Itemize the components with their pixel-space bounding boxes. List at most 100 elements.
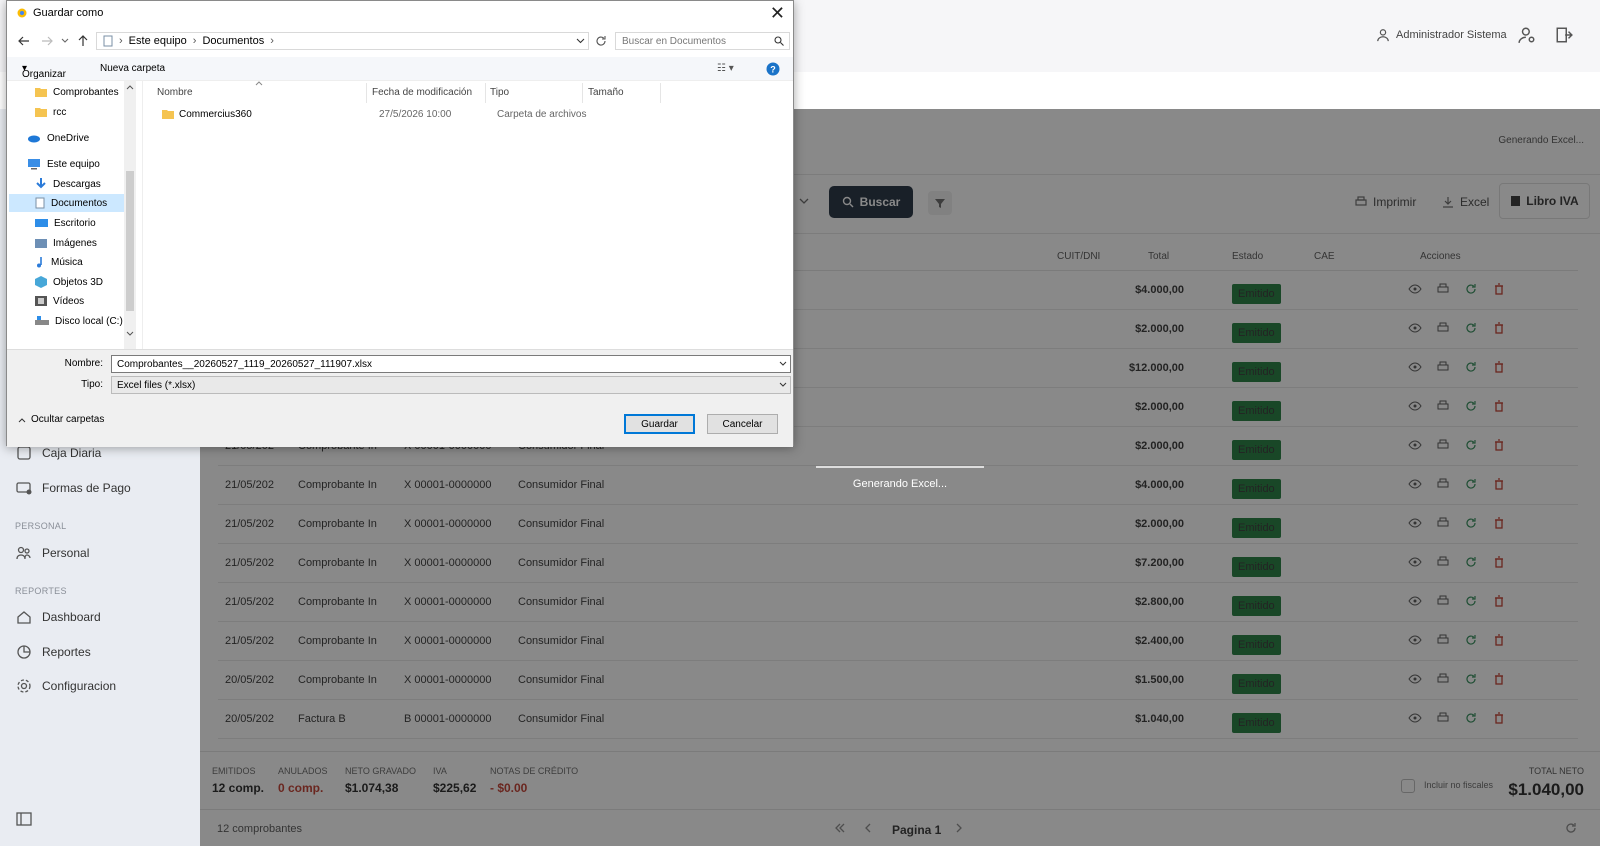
- save-button[interactable]: Guardar: [624, 414, 695, 434]
- document-icon: [103, 35, 113, 47]
- filetype-select[interactable]: Excel files (*.xlsx): [111, 376, 791, 394]
- hide-folders-toggle[interactable]: Ocultar carpetas: [18, 414, 104, 425]
- col-divider[interactable]: [582, 83, 583, 103]
- col-tipo[interactable]: Tipo: [490, 87, 509, 98]
- nav-item[interactable]: Documentos: [9, 194, 125, 212]
- sidebar-item-label: Personal: [42, 546, 90, 560]
- up-arrow-icon[interactable]: [77, 34, 89, 47]
- sidebar-item-label: Reportes: [42, 645, 91, 659]
- user-settings-icon[interactable]: [1518, 26, 1536, 44]
- user-menu[interactable]: Administrador Sistema: [1376, 28, 1507, 42]
- logout-icon[interactable]: [1555, 26, 1573, 44]
- nav-item-label: Este equipo: [47, 158, 100, 170]
- sidebar-item-caja-diaria[interactable]: Caja Diaria: [16, 445, 101, 461]
- navigation-pane: Comprobantes rcc OneDrive Este equipo De…: [7, 81, 143, 349]
- nav-item-label: Documentos: [51, 197, 108, 209]
- col-nombre[interactable]: Nombre: [157, 87, 193, 98]
- sidebar-item-label: Formas de Pago: [42, 481, 131, 495]
- nav-item[interactable]: Escritorio: [35, 214, 96, 232]
- breadcrumb-documentos[interactable]: Documentos: [202, 35, 264, 47]
- nav-item-label: OneDrive: [47, 132, 90, 144]
- nav-item[interactable]: Descargas: [35, 175, 101, 193]
- nav-item[interactable]: Este equipo: [27, 155, 100, 173]
- chrome-icon: [17, 8, 27, 18]
- col-fecha[interactable]: Fecha de modificación: [372, 87, 472, 98]
- nav-item[interactable]: Vídeos: [35, 292, 84, 310]
- close-icon[interactable]: ✕: [770, 3, 785, 24]
- search-placeholder: Buscar en Documentos: [622, 36, 726, 47]
- col-divider[interactable]: [485, 83, 486, 103]
- col-divider[interactable]: [660, 83, 661, 103]
- download-icon: [35, 178, 47, 190]
- nav-item-label: Escritorio: [54, 217, 96, 229]
- sidebar-item-reportes[interactable]: Reportes: [16, 644, 91, 660]
- sort-arrow-icon: [255, 81, 263, 86]
- scroll-up-icon[interactable]: [126, 84, 134, 90]
- section-reportes: REPORTES: [15, 586, 67, 596]
- file-list-header: Nombre Fecha de modificación Tipo Tamaño: [145, 81, 795, 103]
- sidebar-item-configuracion[interactable]: Configuracion: [16, 678, 116, 694]
- collapse-sidebar-icon[interactable]: [16, 812, 32, 826]
- people-icon: [16, 546, 31, 560]
- back-arrow-icon[interactable]: [18, 35, 30, 47]
- sidebar-item-label: Caja Diaria: [42, 446, 102, 460]
- disk-icon: [35, 316, 49, 326]
- breadcrumb-sep-icon: ›: [270, 35, 274, 47]
- nav-item[interactable]: Comprobantes: [35, 83, 119, 101]
- file-type: Carpeta de archivos: [497, 109, 587, 120]
- dialog-title-bar: Guardar como: [17, 7, 103, 19]
- folder-icon: [162, 110, 174, 119]
- cancel-button[interactable]: Cancelar: [707, 414, 778, 434]
- nav-scroll-thumb[interactable]: [126, 171, 134, 311]
- loading-indicator: Generando Excel...: [816, 466, 984, 490]
- col-divider[interactable]: [366, 83, 367, 103]
- sidebar-item-dashboard[interactable]: Dashboard: [16, 609, 101, 625]
- chevron-up-icon: [18, 417, 26, 422]
- address-bar[interactable]: › Este equipo › Documentos ›: [96, 32, 589, 50]
- user-name: Administrador Sistema: [1396, 29, 1507, 41]
- sidebar-item-formas-de-pago[interactable]: Formas de Pago: [16, 480, 131, 496]
- folder-icon: [35, 106, 47, 118]
- section-personal: PERSONAL: [15, 521, 67, 531]
- nav-item-label: rcc: [53, 106, 67, 118]
- nav-item-label: Objetos 3D: [53, 276, 104, 288]
- organize-button[interactable]: Organizar ▾: [22, 63, 66, 80]
- payment-icon: [16, 482, 32, 495]
- breadcrumb-este-equipo[interactable]: Este equipo: [129, 35, 187, 47]
- new-folder-button[interactable]: Nueva carpeta: [100, 63, 165, 74]
- nav-item[interactable]: Imágenes: [35, 234, 97, 252]
- col-tamano[interactable]: Tamaño: [588, 87, 624, 98]
- organize-label: Organizar: [22, 69, 66, 80]
- cash-register-icon: [17, 446, 31, 460]
- dialog-search-input[interactable]: Buscar en Documentos: [615, 32, 790, 50]
- nav-item[interactable]: Música: [35, 253, 83, 271]
- filetype-dropdown-icon[interactable]: [779, 382, 787, 388]
- refresh-icon[interactable]: [595, 35, 607, 47]
- hide-folders-label: Ocultar carpetas: [31, 414, 105, 425]
- sidebar-item-personal[interactable]: Personal: [16, 545, 89, 561]
- forward-arrow-icon[interactable]: [41, 35, 53, 47]
- help-icon[interactable]: ?: [766, 62, 780, 76]
- nav-item[interactable]: rcc: [35, 103, 66, 121]
- home-icon: [17, 611, 31, 624]
- scroll-down-icon[interactable]: [126, 331, 134, 337]
- music-icon: [35, 256, 45, 268]
- filename-input[interactable]: Comprobantes__20260527_1119_20260527_111…: [111, 355, 791, 373]
- nav-item[interactable]: Disco local (C:): [35, 312, 123, 330]
- cube-icon: [35, 276, 47, 288]
- nav-item[interactable]: Objetos 3D: [35, 273, 103, 291]
- user-icon: [1377, 29, 1389, 42]
- nav-item-label: Disco local (C:): [55, 315, 123, 327]
- address-dropdown-icon[interactable]: [576, 37, 585, 45]
- recent-dropdown-icon[interactable]: [61, 37, 69, 45]
- nav-item[interactable]: OneDrive: [27, 129, 89, 147]
- filename-label: Nombre:: [64, 358, 103, 369]
- nav-item-label: Música: [51, 256, 83, 268]
- filename-dropdown-icon[interactable]: [779, 361, 787, 367]
- nav-item-label: Imágenes: [53, 237, 97, 249]
- svg-text:?: ?: [770, 65, 776, 75]
- search-icon: [774, 36, 784, 46]
- file-date: 27/5/2026 10:00: [379, 109, 452, 120]
- breadcrumb-sep-icon: ›: [192, 35, 197, 47]
- view-options-icon[interactable]: ☷ ▾: [717, 63, 734, 74]
